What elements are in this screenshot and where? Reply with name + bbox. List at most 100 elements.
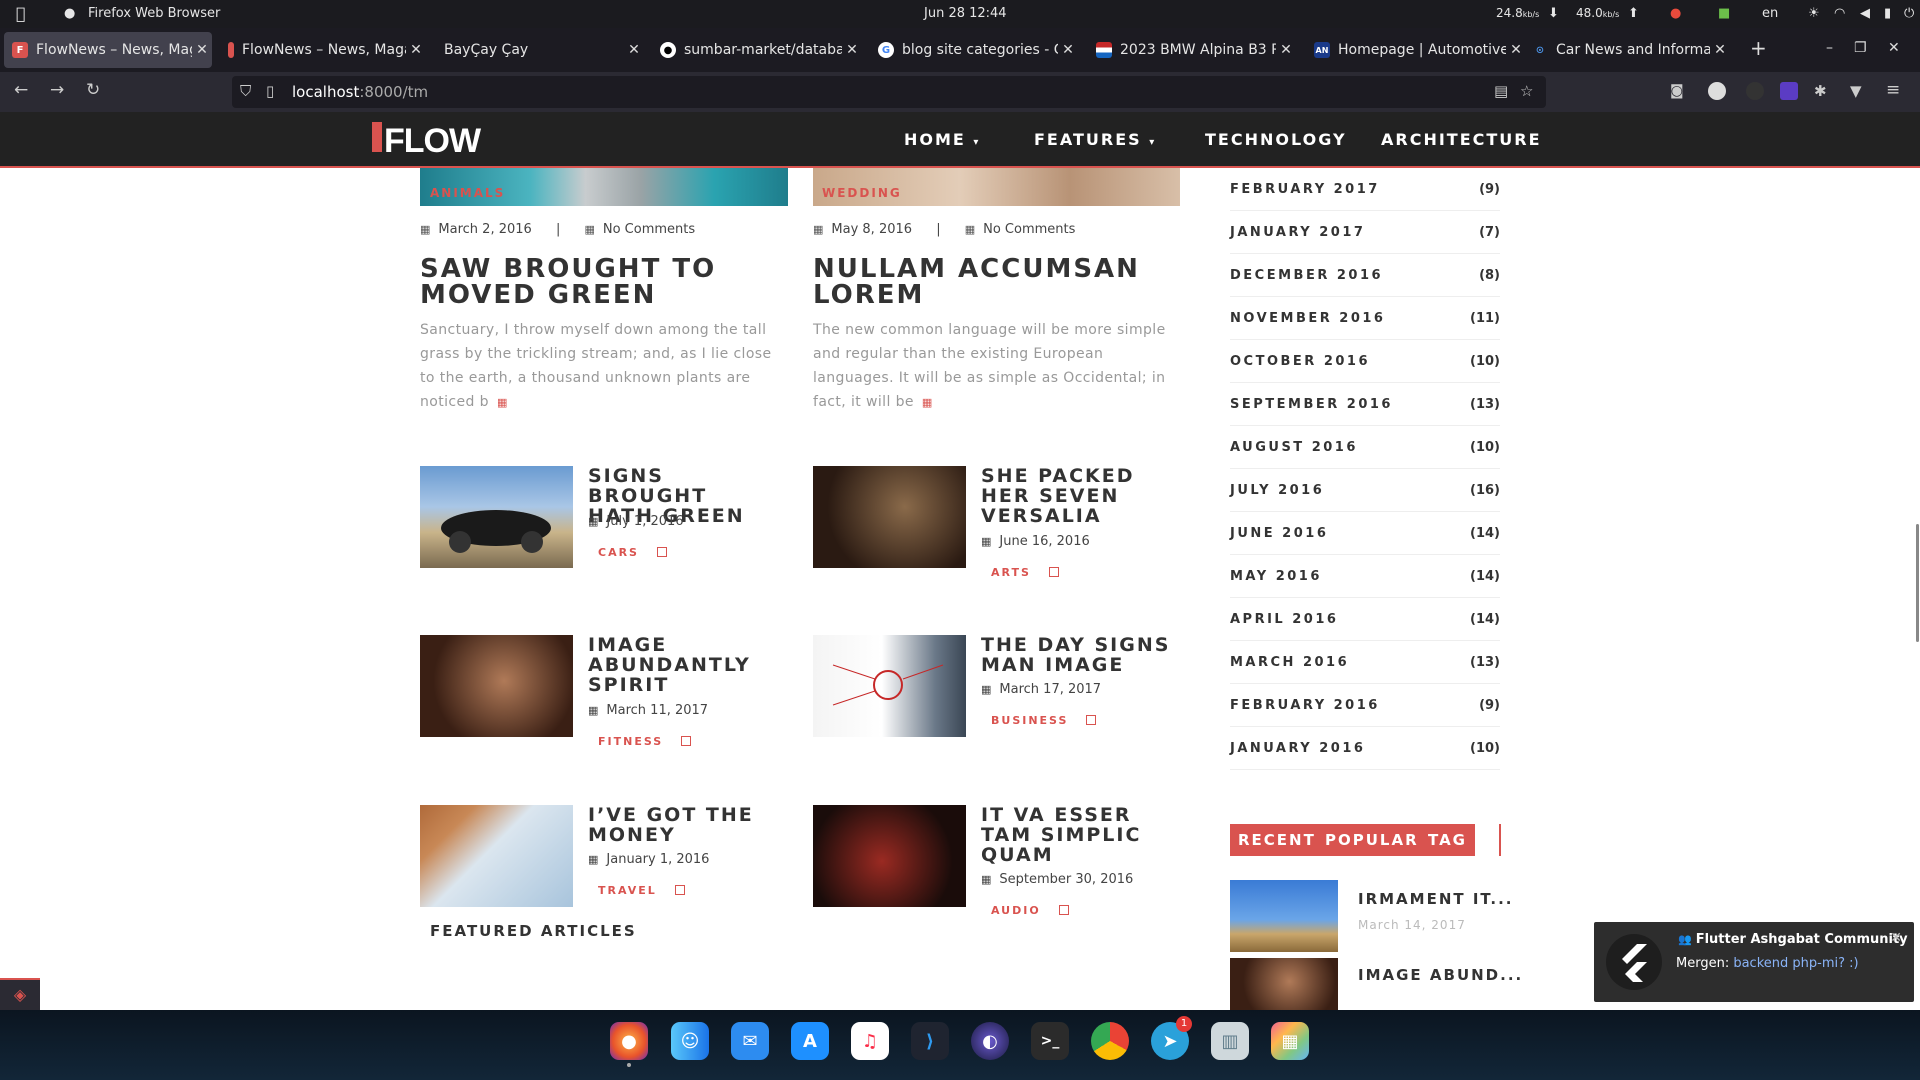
volume-icon[interactable]: ◀ bbox=[1860, 6, 1870, 21]
post-thumbnail[interactable] bbox=[813, 635, 966, 737]
extension-icon[interactable] bbox=[1746, 82, 1764, 100]
tab-popular[interactable]: POPULAR bbox=[1317, 824, 1427, 856]
archive-item[interactable]: JUNE 2016 (14) bbox=[1230, 512, 1500, 555]
close-tab-icon[interactable]: ✕ bbox=[624, 42, 644, 58]
finder-icon[interactable]: ☺ bbox=[671, 1022, 709, 1060]
archive-item[interactable]: APRIL 2016 (14) bbox=[1230, 598, 1500, 641]
browser-tab[interactable]: ⊙ Car News and Information ✕ bbox=[1524, 32, 1730, 68]
recent-post-title[interactable]: IRMAMENT IT... bbox=[1358, 890, 1513, 908]
close-tab-icon[interactable]: ✕ bbox=[406, 42, 426, 58]
read-more-icon[interactable]: ▦ bbox=[922, 396, 933, 409]
vscode-icon[interactable]: ⟩ bbox=[911, 1022, 949, 1060]
archive-item[interactable]: FEBRUARY 2016 (9) bbox=[1230, 684, 1500, 727]
extensions-puzzle-icon[interactable]: ✱ bbox=[1814, 82, 1827, 100]
extension-icon[interactable] bbox=[1708, 82, 1726, 100]
archive-item[interactable]: AUGUST 2016 (10) bbox=[1230, 426, 1500, 469]
page-info-icon[interactable]: ▯ bbox=[266, 82, 274, 100]
hamburger-menu-icon[interactable]: ≡ bbox=[1886, 80, 1900, 100]
post-category[interactable]: FITNESS bbox=[598, 735, 692, 748]
wifi-icon[interactable]: ◠ bbox=[1834, 6, 1845, 21]
browser-tab[interactable]: F FlowNews – News, Magazine ✕ bbox=[4, 32, 212, 68]
post-title[interactable]: IMAGE ABUNDANTLY SPIRIT bbox=[588, 635, 778, 695]
firefox-icon[interactable]: ● bbox=[610, 1022, 648, 1060]
post-title[interactable]: IT VA ESSER TAM SIMPLIC QUAM bbox=[981, 805, 1171, 865]
post-thumbnail[interactable] bbox=[813, 805, 966, 907]
archive-item[interactable]: OCTOBER 2016 (10) bbox=[1230, 340, 1500, 383]
post-thumbnail[interactable] bbox=[420, 805, 573, 907]
post-comments[interactable]: No Comments bbox=[603, 222, 695, 237]
laravel-debugbar-icon[interactable]: ◈ bbox=[0, 978, 40, 1010]
close-notification-icon[interactable]: ✕ bbox=[1890, 930, 1902, 946]
post-title[interactable]: SHE PACKED HER SEVEN VERSALIA bbox=[981, 466, 1171, 526]
terminal-icon[interactable]: >_ bbox=[1031, 1022, 1069, 1060]
power-icon[interactable]: ⏻ bbox=[1904, 6, 1914, 21]
trash-icon[interactable]: ▥ bbox=[1211, 1022, 1249, 1060]
close-tab-icon[interactable]: ✕ bbox=[192, 42, 212, 58]
recent-post-thumbnail[interactable] bbox=[1230, 880, 1338, 952]
close-tab-icon[interactable]: ✕ bbox=[1058, 42, 1078, 58]
post-title[interactable]: THE DAY SIGNS MAN IMAGE bbox=[981, 635, 1171, 675]
post-title[interactable]: I’VE GOT THE MONEY bbox=[588, 805, 778, 845]
archive-item[interactable]: DECEMBER 2016 (8) bbox=[1230, 254, 1500, 297]
archive-item[interactable]: SEPTEMBER 2016 (13) bbox=[1230, 383, 1500, 426]
tab-recent[interactable]: RECENT bbox=[1230, 824, 1324, 856]
close-tab-icon[interactable]: ✕ bbox=[1276, 42, 1296, 58]
back-icon[interactable]: ← bbox=[14, 80, 28, 100]
url-bar[interactable]: ⛉ ▯ localhost:8000/tm ▤ ☆ bbox=[232, 76, 1546, 108]
browser-tab[interactable]: 2023 BMW Alpina B3 Review ✕ bbox=[1088, 32, 1296, 68]
read-more-icon[interactable]: ▦ bbox=[497, 396, 508, 409]
archive-item[interactable]: JANUARY 2016 (10) bbox=[1230, 727, 1500, 770]
archive-item[interactable]: JANUARY 2017 (7) bbox=[1230, 211, 1500, 254]
post-thumbnail[interactable] bbox=[420, 466, 573, 568]
post-category[interactable]: CARS bbox=[598, 546, 667, 559]
eclipse-icon[interactable]: ◐ bbox=[971, 1022, 1009, 1060]
reload-icon[interactable]: ↻ bbox=[86, 80, 100, 100]
browser-tab[interactable]: FlowNews – News, Magazine ✕ bbox=[220, 32, 426, 68]
shield-icon[interactable]: ⛉ bbox=[240, 82, 251, 100]
forward-icon[interactable]: → bbox=[50, 80, 64, 100]
pocket-icon[interactable]: ◙ bbox=[1670, 83, 1684, 99]
minimize-window-icon[interactable]: – bbox=[1826, 40, 1833, 56]
browser-tab[interactable]: BayÇay Çay ✕ bbox=[430, 32, 644, 68]
url-text[interactable]: localhost:8000/tm bbox=[292, 83, 428, 101]
menu-home[interactable]: HOME ▾ bbox=[904, 130, 980, 149]
archive-item[interactable]: JULY 2016 (16) bbox=[1230, 469, 1500, 512]
keyboard-language[interactable]: en bbox=[1762, 6, 1778, 21]
restore-window-icon[interactable]: ❐ bbox=[1854, 40, 1867, 56]
menu-technology[interactable]: TECHNOLOGY bbox=[1205, 130, 1347, 149]
mail-icon[interactable]: ✉ bbox=[731, 1022, 769, 1060]
close-window-icon[interactable]: ✕ bbox=[1888, 40, 1900, 56]
app-store-icon[interactable]: A bbox=[791, 1022, 829, 1060]
recent-post-title[interactable]: IMAGE ABUND... bbox=[1358, 966, 1523, 984]
browser-tab[interactable]: G blog site categories - Google ✕ bbox=[870, 32, 1078, 68]
post-category[interactable]: ARTS bbox=[991, 566, 1059, 579]
archive-item[interactable]: MARCH 2016 (13) bbox=[1230, 641, 1500, 684]
post-title[interactable]: SAW BROUGHT TO MOVED GREEN bbox=[420, 256, 800, 308]
post-thumbnail[interactable] bbox=[813, 466, 966, 568]
apple-menu-icon[interactable]:  bbox=[16, 4, 26, 23]
battery-icon[interactable]: ▮ bbox=[1884, 6, 1891, 21]
bookmark-star-icon[interactable]: ☆ bbox=[1520, 82, 1533, 100]
reader-view-icon[interactable]: ▤ bbox=[1494, 82, 1508, 100]
post-category[interactable]: AUDIO bbox=[991, 904, 1069, 917]
chat-notification[interactable]: 👥 Flutter Ashgabat Community Mergen: back… bbox=[1594, 922, 1914, 1002]
menu-architecture[interactable]: ARCHITECTURE bbox=[1381, 130, 1542, 149]
tab-tag[interactable]: TAG bbox=[1420, 824, 1475, 856]
post-category[interactable]: TRAVEL bbox=[598, 884, 685, 897]
launchpad-icon[interactable]: ▦ bbox=[1271, 1022, 1309, 1060]
archive-item[interactable]: MAY 2016 (14) bbox=[1230, 555, 1500, 598]
extension-icon[interactable] bbox=[1780, 82, 1798, 100]
browser-tab[interactable]: ● sumbar-market/database ✕ bbox=[652, 32, 862, 68]
tray-app-icon[interactable]: ● bbox=[1670, 6, 1681, 21]
close-tab-icon[interactable]: ✕ bbox=[1506, 42, 1526, 58]
brightness-icon[interactable]: ☀ bbox=[1808, 6, 1820, 21]
post-category[interactable]: BUSINESS bbox=[991, 714, 1097, 727]
post-comments[interactable]: No Comments bbox=[983, 222, 1075, 237]
close-tab-icon[interactable]: ✕ bbox=[1710, 42, 1730, 58]
recent-post-thumbnail[interactable] bbox=[1230, 958, 1338, 1010]
post-category[interactable]: WEDDING bbox=[822, 186, 902, 200]
site-logo[interactable]: FLOW bbox=[372, 122, 481, 161]
archive-item[interactable]: FEBRUARY 2017 (9) bbox=[1230, 168, 1500, 211]
post-title[interactable]: NULLAM ACCUMSAN LOREM bbox=[813, 256, 1193, 308]
close-tab-icon[interactable]: ✕ bbox=[842, 42, 862, 58]
